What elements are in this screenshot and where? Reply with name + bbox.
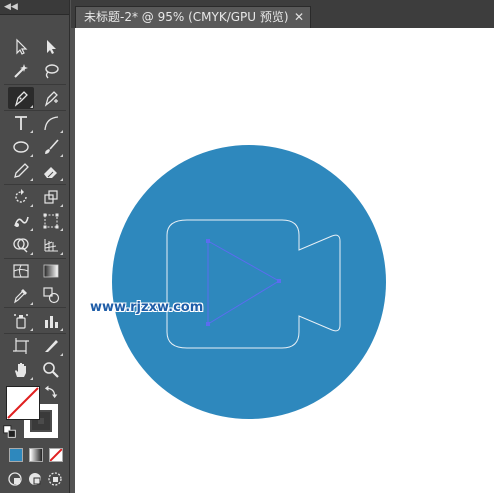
gradient-mode-button[interactable] [29,448,43,462]
puppet-warp-tool[interactable] [8,210,34,232]
none-slash-icon [50,449,62,461]
warp-icon [14,216,29,227]
zoom-icon [43,362,59,378]
draw-normal-button[interactable] [6,470,24,488]
free-transform-tool[interactable] [38,210,64,232]
blend-icon [43,287,60,304]
rotate-tool[interactable] [8,186,34,208]
paintbrush-icon [45,139,59,154]
swap-fill-stroke-button[interactable] [44,383,60,399]
direct-selection-icon [47,40,56,54]
color-mode-button[interactable] [9,448,23,462]
perspective-grid-tool[interactable] [38,234,64,256]
tools-panel-collapse-button[interactable]: ◀◀ [0,0,69,15]
slice-icon [45,340,58,352]
mesh-icon [13,264,29,278]
default-fill-stroke-button[interactable] [2,424,18,440]
eraser-tool[interactable] [38,160,64,182]
artboard-icon [13,338,29,354]
gradient-tool[interactable] [38,260,64,282]
artboard-tool[interactable] [8,335,34,357]
column-graph-icon [45,316,58,328]
mesh-tool[interactable] [8,260,34,282]
ellipse-tool[interactable] [8,136,34,158]
arc-icon [44,116,59,131]
type-tool[interactable] [8,112,34,134]
rotate-icon [15,189,27,203]
magic-wand-tool[interactable] [8,60,34,82]
none-slash-icon [7,387,39,419]
perspective-grid-icon [44,239,58,252]
pen-tool[interactable] [8,87,34,109]
selection-arrow-icon [16,38,28,55]
tools-panel: ◀◀ [0,0,70,493]
curvature-tool[interactable] [38,87,64,109]
shape-builder-icon [13,238,29,253]
artboard-canvas[interactable] [75,28,494,493]
close-tab-button[interactable]: ✕ [294,7,304,27]
column-graph-tool[interactable] [38,310,64,332]
line-segment-tool[interactable] [38,112,64,134]
document-tab[interactable]: 未标题-2* @ 95% (CMYK/GPU 预览) ✕ [75,6,311,28]
paintbrush-tool[interactable] [38,136,64,158]
lasso-tool[interactable] [38,60,64,82]
ellipse-icon [13,141,29,153]
anchor-point[interactable] [277,279,281,283]
eyedropper-icon [14,289,27,304]
scale-tool[interactable] [38,186,64,208]
pencil-tool[interactable] [8,160,34,182]
swap-arrows-icon [44,385,58,399]
blend-tool[interactable] [38,284,64,306]
watermark-text: www.rjzxw.com [90,300,204,315]
hand-icon [15,363,26,377]
gradient-icon [43,264,59,278]
scale-icon [44,190,58,204]
draw-behind-button[interactable] [26,470,44,488]
direct-selection-tool[interactable] [38,36,64,58]
document-tab-title: 未标题-2* @ 95% (CMYK/GPU 预览) [84,10,289,24]
magic-wand-icon [14,64,28,78]
selection-tool[interactable] [8,36,34,58]
blue-circle-shape[interactable] [112,145,386,419]
pen-icon [14,91,28,107]
symbol-sprayer-icon [14,314,28,329]
pencil-icon [14,163,29,178]
default-colors-icon [3,425,16,438]
fill-color-swatch[interactable] [6,386,40,420]
lasso-icon [45,64,59,79]
free-transform-icon [43,213,59,229]
zoom-tool[interactable] [38,359,64,381]
hand-tool[interactable] [8,359,34,381]
type-icon [15,116,27,130]
anchor-point[interactable] [206,239,210,243]
eyedropper-tool[interactable] [8,284,34,306]
anchor-point[interactable] [206,322,210,326]
shape-builder-tool[interactable] [8,234,34,256]
draw-normal-icon [8,472,22,486]
add-anchor-pen-icon [44,91,58,107]
draw-inside-icon [48,472,62,486]
document-tab-bar: 未标题-2* @ 95% (CMYK/GPU 预览) ✕ [71,0,494,28]
draw-behind-icon [29,473,41,485]
symbol-sprayer-tool[interactable] [8,310,34,332]
eraser-icon [44,167,57,178]
draw-inside-button[interactable] [46,470,64,488]
slice-tool[interactable] [38,335,64,357]
none-mode-button[interactable] [49,448,63,462]
artwork [112,145,386,419]
